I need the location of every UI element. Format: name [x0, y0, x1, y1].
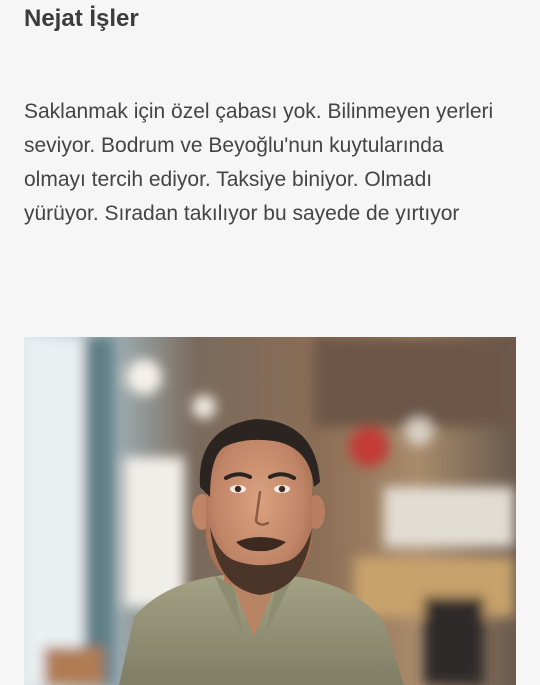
portrait-illustration — [24, 337, 516, 685]
article: Nejat İşler Saklanmak için özel çabası y… — [0, 0, 540, 685]
article-title: Nejat İşler — [24, 5, 139, 32]
portrait-photo[interactable] — [24, 337, 516, 685]
article-paragraph: Saklanmak için özel çabası yok. Bilinmey… — [24, 100, 494, 225]
